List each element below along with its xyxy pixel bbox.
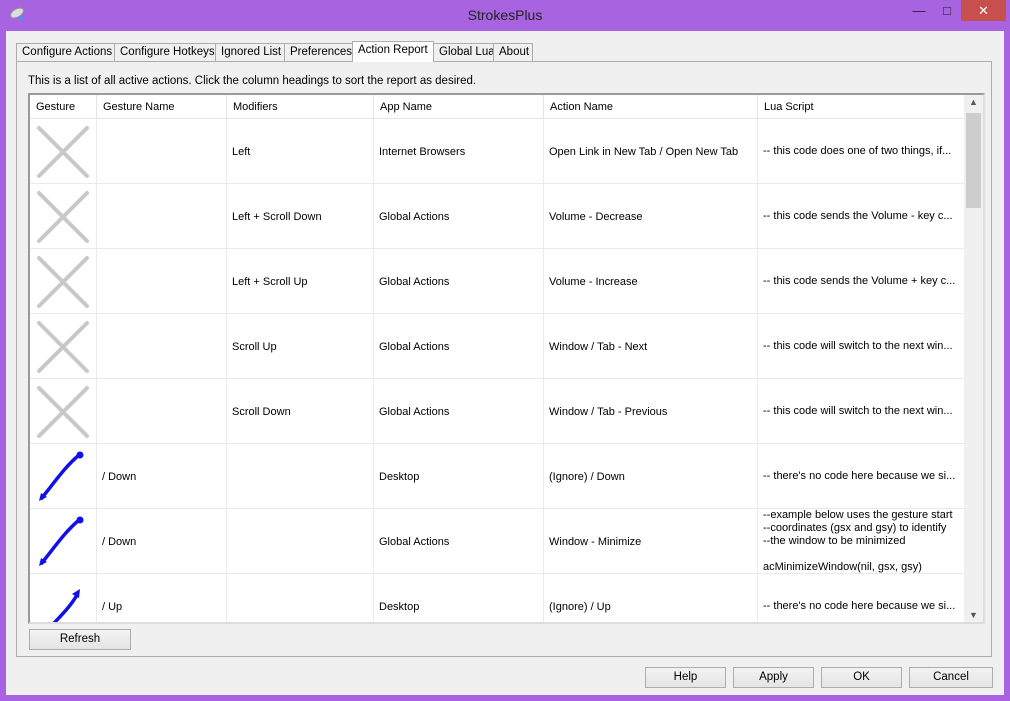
cell-lua: -- there's no code here because we si... bbox=[758, 574, 965, 622]
cell-modifiers: Scroll Down bbox=[227, 379, 374, 444]
ok-button[interactable]: OK bbox=[821, 667, 902, 688]
cell-action: Open Link in New Tab / Open New Tab bbox=[544, 119, 758, 184]
x-gesture-icon bbox=[30, 249, 97, 314]
cell-gesture-name: / Up bbox=[97, 574, 227, 622]
cell-lua: -- this code will switch to the next win… bbox=[758, 379, 965, 444]
cell-gesture-name bbox=[97, 249, 227, 314]
cell-action: Volume - Decrease bbox=[544, 184, 758, 249]
cell-action: Window / Tab - Previous bbox=[544, 379, 758, 444]
help-button[interactable]: Help bbox=[645, 667, 726, 688]
column-header-gesture[interactable]: Gesture bbox=[30, 95, 97, 119]
table-row[interactable]: Left + Scroll Up Global Actions Volume - I… bbox=[30, 249, 965, 314]
cell-app: Global Actions bbox=[374, 314, 544, 379]
tab-action-report[interactable]: Action Report bbox=[352, 41, 434, 62]
table-row[interactable]: / Down Global Actions Window - Minimize --e… bbox=[30, 509, 965, 574]
description-text: This is a list of all active actions. Cl… bbox=[28, 75, 477, 87]
cell-modifiers: Left bbox=[227, 119, 374, 184]
column-header-app-name[interactable]: App Name bbox=[374, 95, 544, 119]
column-header-action-name[interactable]: Action Name bbox=[544, 95, 758, 119]
cell-modifiers: Left + Scroll Down bbox=[227, 184, 374, 249]
table-row[interactable]: / Down Desktop (Ignore) / Down -- there's n… bbox=[30, 444, 965, 509]
cell-app: Internet Browsers bbox=[374, 119, 544, 184]
action-report-table: Gesture Gesture Name Modifiers App Name Acti… bbox=[28, 93, 985, 624]
minimize-button[interactable]: — bbox=[905, 0, 933, 21]
cell-app: Desktop bbox=[374, 444, 544, 509]
tab-global-lua[interactable]: Global Lua bbox=[433, 43, 495, 61]
column-header-gesture-name[interactable]: Gesture Name bbox=[97, 95, 227, 119]
cell-app: Global Actions bbox=[374, 184, 544, 249]
column-header-lua-script[interactable]: Lua Script bbox=[758, 95, 965, 119]
cell-modifiers bbox=[227, 444, 374, 509]
cell-lua: -- this code sends the Volume + key c... bbox=[758, 249, 965, 314]
cell-lua: -- this code does one of two things, if.… bbox=[758, 119, 965, 184]
cell-lua: -- this code sends the Volume - key c... bbox=[758, 184, 965, 249]
tab-configure-hotkeys[interactable]: Configure Hotkeys bbox=[114, 43, 216, 61]
down-stroke-icon bbox=[30, 509, 97, 574]
table-row[interactable]: Scroll Up Global Actions Window / Tab - Ne… bbox=[30, 314, 965, 379]
close-button[interactable]: ✕ bbox=[961, 0, 1006, 21]
column-header-modifiers[interactable]: Modifiers bbox=[227, 95, 374, 119]
x-gesture-icon bbox=[30, 119, 97, 184]
tab-about[interactable]: About bbox=[493, 43, 533, 61]
cell-modifiers: Scroll Up bbox=[227, 314, 374, 379]
table-row[interactable]: / Up Desktop (Ignore) / Up -- there's no co… bbox=[30, 574, 965, 622]
tab-configure-actions[interactable]: Configure Actions bbox=[16, 43, 115, 61]
cell-app: Global Actions bbox=[374, 249, 544, 314]
down-stroke-icon bbox=[30, 444, 97, 509]
cancel-button[interactable]: Cancel bbox=[909, 667, 993, 688]
cell-gesture-name bbox=[97, 119, 227, 184]
cell-action: (Ignore) / Down bbox=[544, 444, 758, 509]
apply-button[interactable]: Apply bbox=[733, 667, 814, 688]
table-row[interactable]: Scroll Down Global Actions Window / Tab - … bbox=[30, 379, 965, 444]
scrollbar-thumb[interactable] bbox=[966, 113, 981, 208]
up-stroke-icon bbox=[30, 574, 97, 622]
tab-ignored-list[interactable]: Ignored List bbox=[215, 43, 285, 61]
window-title: StrokesPlus bbox=[467, 7, 543, 23]
action-report-panel: This is a list of all active actions. Cl… bbox=[16, 61, 992, 657]
table-row[interactable]: Left Internet Browsers Open Link in New Ta… bbox=[30, 119, 965, 184]
cell-gesture-name bbox=[97, 184, 227, 249]
cell-modifiers bbox=[227, 509, 374, 574]
cell-action: Volume - Increase bbox=[544, 249, 758, 314]
cell-modifiers bbox=[227, 574, 374, 622]
cell-app: Global Actions bbox=[374, 379, 544, 444]
cell-gesture-name: / Down bbox=[97, 509, 227, 574]
cell-lua: -- this code will switch to the next win… bbox=[758, 314, 965, 379]
x-gesture-icon bbox=[30, 184, 97, 249]
title-bar: StrokesPlus — □ ✕ bbox=[0, 0, 1010, 31]
dialog-body: Configure Actions Configure Hotkeys Ignore… bbox=[6, 31, 1004, 695]
cell-action: Window / Tab - Next bbox=[544, 314, 758, 379]
vertical-scrollbar[interactable]: ▲ ▼ bbox=[964, 95, 983, 622]
refresh-button[interactable]: Refresh bbox=[29, 629, 131, 650]
cell-action: (Ignore) / Up bbox=[544, 574, 758, 622]
maximize-button[interactable]: □ bbox=[933, 0, 961, 21]
cell-gesture-name bbox=[97, 379, 227, 444]
x-gesture-icon bbox=[30, 314, 97, 379]
cell-action: Window - Minimize bbox=[544, 509, 758, 574]
scroll-down-icon[interactable]: ▼ bbox=[964, 610, 983, 620]
cell-app: Desktop bbox=[374, 574, 544, 622]
x-gesture-icon bbox=[30, 379, 97, 444]
cell-lua: --example below uses the gesture start -… bbox=[758, 509, 965, 574]
cell-modifiers: Left + Scroll Up bbox=[227, 249, 374, 314]
scroll-up-icon[interactable]: ▲ bbox=[964, 97, 983, 107]
cell-gesture-name bbox=[97, 314, 227, 379]
table-header: Gesture Gesture Name Modifiers App Name Acti… bbox=[30, 95, 965, 119]
cell-gesture-name: / Down bbox=[97, 444, 227, 509]
table-row[interactable]: Left + Scroll Down Global Actions Volume -… bbox=[30, 184, 965, 249]
tab-preferences[interactable]: Preferences bbox=[284, 43, 353, 61]
cell-app: Global Actions bbox=[374, 509, 544, 574]
cell-lua: -- there's no code here because we si... bbox=[758, 444, 965, 509]
